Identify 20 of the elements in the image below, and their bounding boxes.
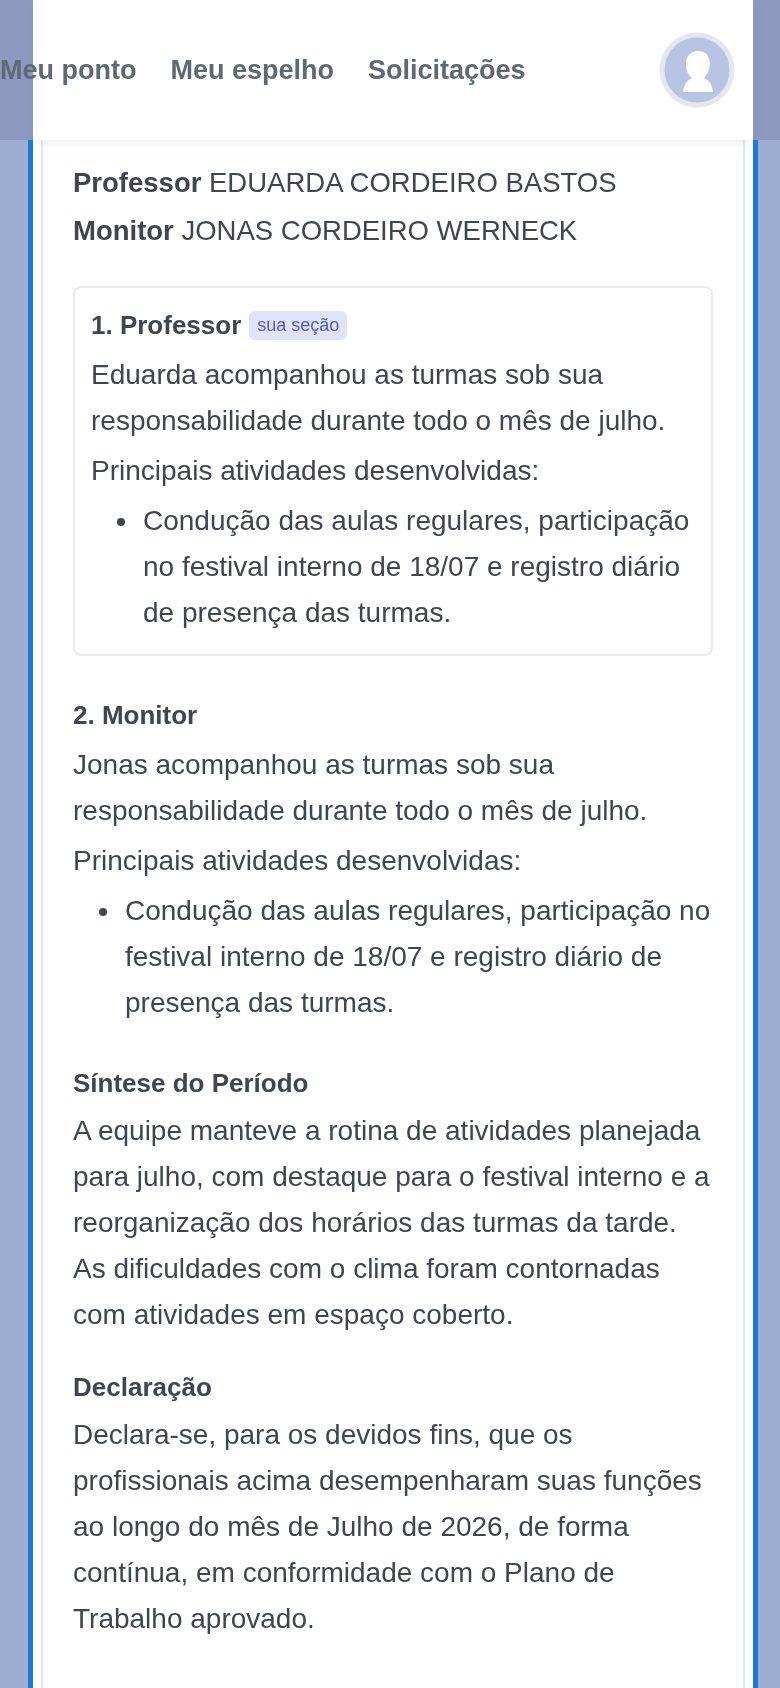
bullet-icon xyxy=(99,908,107,916)
avatar-icon[interactable] xyxy=(659,32,735,108)
nav-link[interactable]: Meu espelho xyxy=(170,54,334,86)
team-member: Monitor JONAS CORDEIRO WERNECK xyxy=(73,214,579,248)
team-member: Professor EDUARDA CORDEIRO BASTOS xyxy=(73,166,618,200)
section-summary: Eduarda acompanhou as turmas sob sua responsabilidade durante todo o mês de julho. xyxy=(91,358,667,438)
activities-label: Principais atividades desenvolvidas: xyxy=(73,844,523,878)
synthesis-text: A equipe manteve a rotina de atividades planejada para julho, com destaque para o festival interno e a reorganização dos horários das turmas da tarde. As dificuldades com o clima foram contornadas com atividades em espaço coberto. xyxy=(73,1114,711,1332)
activities-label: Principais atividades desenvolvidas: xyxy=(91,454,541,488)
activity-item: Condução das aulas regulares, participação no festival interno de 18/07 e registro diário de presença das turmas. xyxy=(143,504,691,630)
section-title: 1. Professor xyxy=(91,309,242,342)
section-title: Síntese do Período xyxy=(73,1067,310,1100)
section-title: Declaração xyxy=(73,1371,213,1404)
section-summary: Jonas acompanhou as turmas sob sua responsabilidade durante todo o mês de julho. xyxy=(73,748,649,828)
nav-link[interactable]: Solicitações xyxy=(368,54,526,86)
declaration-text: Declara-se, para os devidos fins, que os profissionais acima desempenharam suas funções ao longo do mês de Julho de 2026, de forma contínua, em conformidade com o Plano de Trabalho aprovado. xyxy=(73,1418,703,1636)
section-title: 2. Monitor xyxy=(73,699,198,732)
activity-item: Condução das aulas regulares, participação no festival interno de 18/07 e registro diário de presença das turmas. xyxy=(125,894,712,1020)
section-badge: sua seção xyxy=(249,310,348,340)
bullet-icon xyxy=(117,518,125,526)
